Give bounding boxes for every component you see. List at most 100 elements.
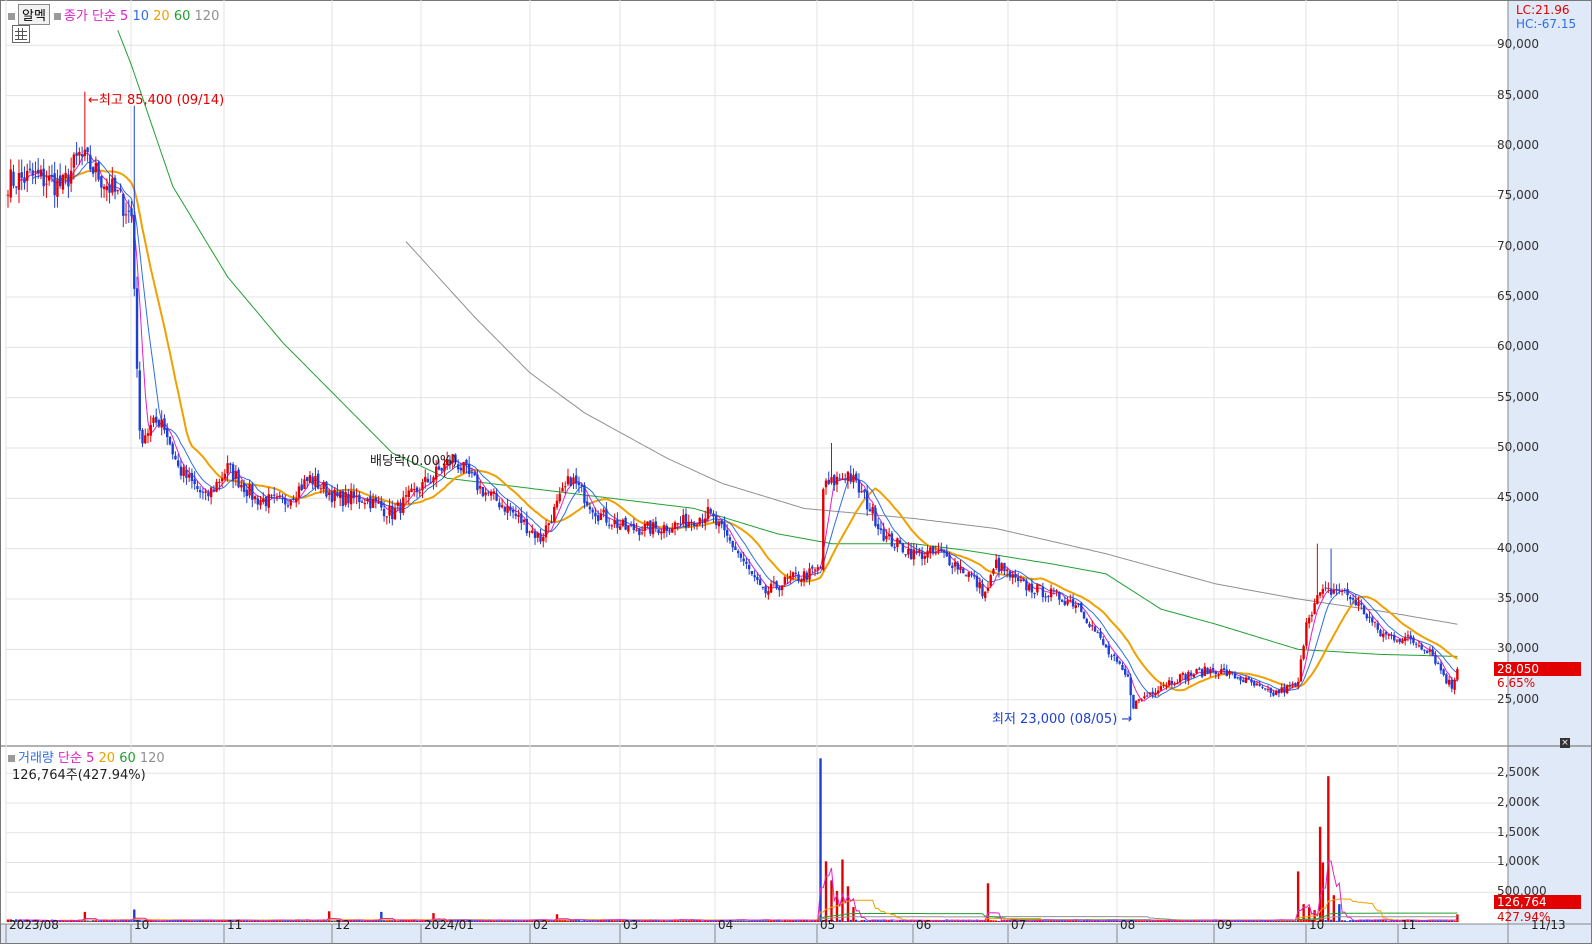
candle-body bbox=[382, 508, 386, 517]
candle-body bbox=[34, 171, 37, 173]
volume-bar bbox=[514, 920, 518, 922]
candle-body bbox=[377, 502, 380, 504]
candle-body bbox=[1434, 655, 1437, 664]
date-tick-label: 06 bbox=[916, 918, 932, 932]
candle-body bbox=[196, 486, 199, 490]
volume-bar bbox=[1371, 920, 1374, 922]
candle-body bbox=[218, 481, 221, 483]
price-ma-60[interactable]: 60 bbox=[174, 9, 191, 24]
candle-body bbox=[478, 485, 482, 489]
volume-bar bbox=[594, 921, 597, 922]
volume-bar bbox=[1258, 920, 1261, 922]
volume-bar bbox=[215, 921, 218, 922]
candle-body bbox=[564, 486, 567, 488]
candle-body bbox=[1420, 644, 1423, 650]
price-ma-20[interactable]: 20 bbox=[153, 9, 170, 24]
candle-body bbox=[1401, 640, 1404, 644]
candle-body bbox=[1200, 669, 1204, 677]
candle-body bbox=[764, 586, 767, 594]
candle-body bbox=[1140, 699, 1143, 701]
candle-body bbox=[234, 471, 238, 479]
candle-body bbox=[907, 548, 910, 555]
price-ma-title[interactable]: 종가 단순 bbox=[64, 9, 116, 24]
volume-bar bbox=[1242, 921, 1245, 922]
volume-bar bbox=[769, 920, 773, 922]
candle-body bbox=[116, 190, 119, 192]
candle-body bbox=[769, 583, 773, 593]
candle-body bbox=[981, 583, 984, 597]
calendar-icon[interactable] bbox=[12, 25, 30, 43]
candle-body bbox=[316, 473, 320, 489]
candle-body bbox=[791, 572, 795, 578]
volume-bar bbox=[1318, 826, 1322, 922]
candle-body bbox=[709, 508, 712, 513]
candle-body bbox=[1302, 645, 1305, 659]
menu-square-icon[interactable] bbox=[8, 13, 15, 20]
candle-body bbox=[1052, 590, 1056, 592]
volume-bar bbox=[1384, 920, 1388, 922]
candle-body bbox=[728, 537, 732, 541]
candle-body bbox=[237, 469, 240, 488]
candle-body bbox=[1346, 589, 1349, 596]
price-ma-120[interactable]: 120 bbox=[195, 9, 220, 24]
candle-body bbox=[926, 550, 929, 558]
price-ma-10[interactable]: 10 bbox=[132, 9, 149, 24]
candle-body bbox=[736, 550, 740, 554]
candle-body bbox=[273, 494, 276, 496]
candle-body bbox=[1318, 592, 1322, 596]
candle-body bbox=[937, 549, 940, 552]
volume-bar bbox=[1137, 920, 1141, 922]
candle-body bbox=[111, 178, 114, 193]
menu-square-icon[interactable] bbox=[53, 13, 61, 20]
price-ma-5[interactable]: 5 bbox=[120, 9, 128, 24]
candle-body bbox=[6, 194, 10, 196]
candle-body bbox=[248, 484, 251, 496]
candle-body bbox=[970, 574, 973, 576]
candle-body bbox=[1228, 671, 1231, 675]
volume-bar bbox=[1294, 920, 1297, 922]
settings-button[interactable]: 알멕 bbox=[18, 4, 50, 25]
candle-body bbox=[155, 416, 158, 423]
candle-body bbox=[503, 506, 507, 512]
candle-body bbox=[1354, 600, 1357, 606]
candle-body bbox=[327, 492, 331, 495]
candle-body bbox=[462, 461, 465, 473]
chart-canvas[interactable] bbox=[0, 0, 1592, 944]
candle-body bbox=[893, 546, 896, 548]
candle-body bbox=[816, 567, 819, 570]
candle-body bbox=[638, 528, 641, 536]
menu-square-icon[interactable] bbox=[8, 755, 15, 762]
candle-body bbox=[1181, 672, 1185, 675]
candle-body bbox=[325, 481, 328, 497]
candle-body bbox=[149, 424, 152, 436]
candle-body bbox=[1447, 679, 1451, 685]
candle-body bbox=[992, 569, 995, 574]
candle-body bbox=[1041, 586, 1045, 598]
candle-body bbox=[204, 491, 207, 493]
candle-body bbox=[577, 482, 581, 486]
candle-body bbox=[863, 489, 866, 493]
volume-bar bbox=[1209, 921, 1212, 922]
date-tick-label: 12 bbox=[335, 918, 351, 932]
candle-body bbox=[1456, 668, 1459, 680]
candle-body bbox=[1060, 599, 1064, 602]
candle-body bbox=[347, 493, 350, 504]
candle-body bbox=[1022, 579, 1025, 582]
candle-body bbox=[410, 488, 413, 493]
volume-bar bbox=[289, 920, 292, 922]
candle-body bbox=[701, 519, 704, 522]
candle-body bbox=[100, 176, 103, 188]
volume-bar bbox=[97, 920, 100, 922]
volume-bar bbox=[102, 920, 106, 922]
candle-body bbox=[429, 482, 432, 484]
candle-body bbox=[794, 572, 798, 574]
candle-body bbox=[1036, 584, 1039, 593]
close-icon[interactable]: × bbox=[1560, 738, 1570, 748]
candle-body bbox=[1044, 596, 1047, 598]
candle-body bbox=[374, 497, 378, 502]
candle-body bbox=[380, 500, 383, 508]
volume-bar bbox=[992, 920, 995, 922]
volume-bar bbox=[1148, 920, 1152, 922]
date-tick-label: 03 bbox=[623, 918, 639, 932]
candle-body bbox=[1016, 577, 1020, 582]
